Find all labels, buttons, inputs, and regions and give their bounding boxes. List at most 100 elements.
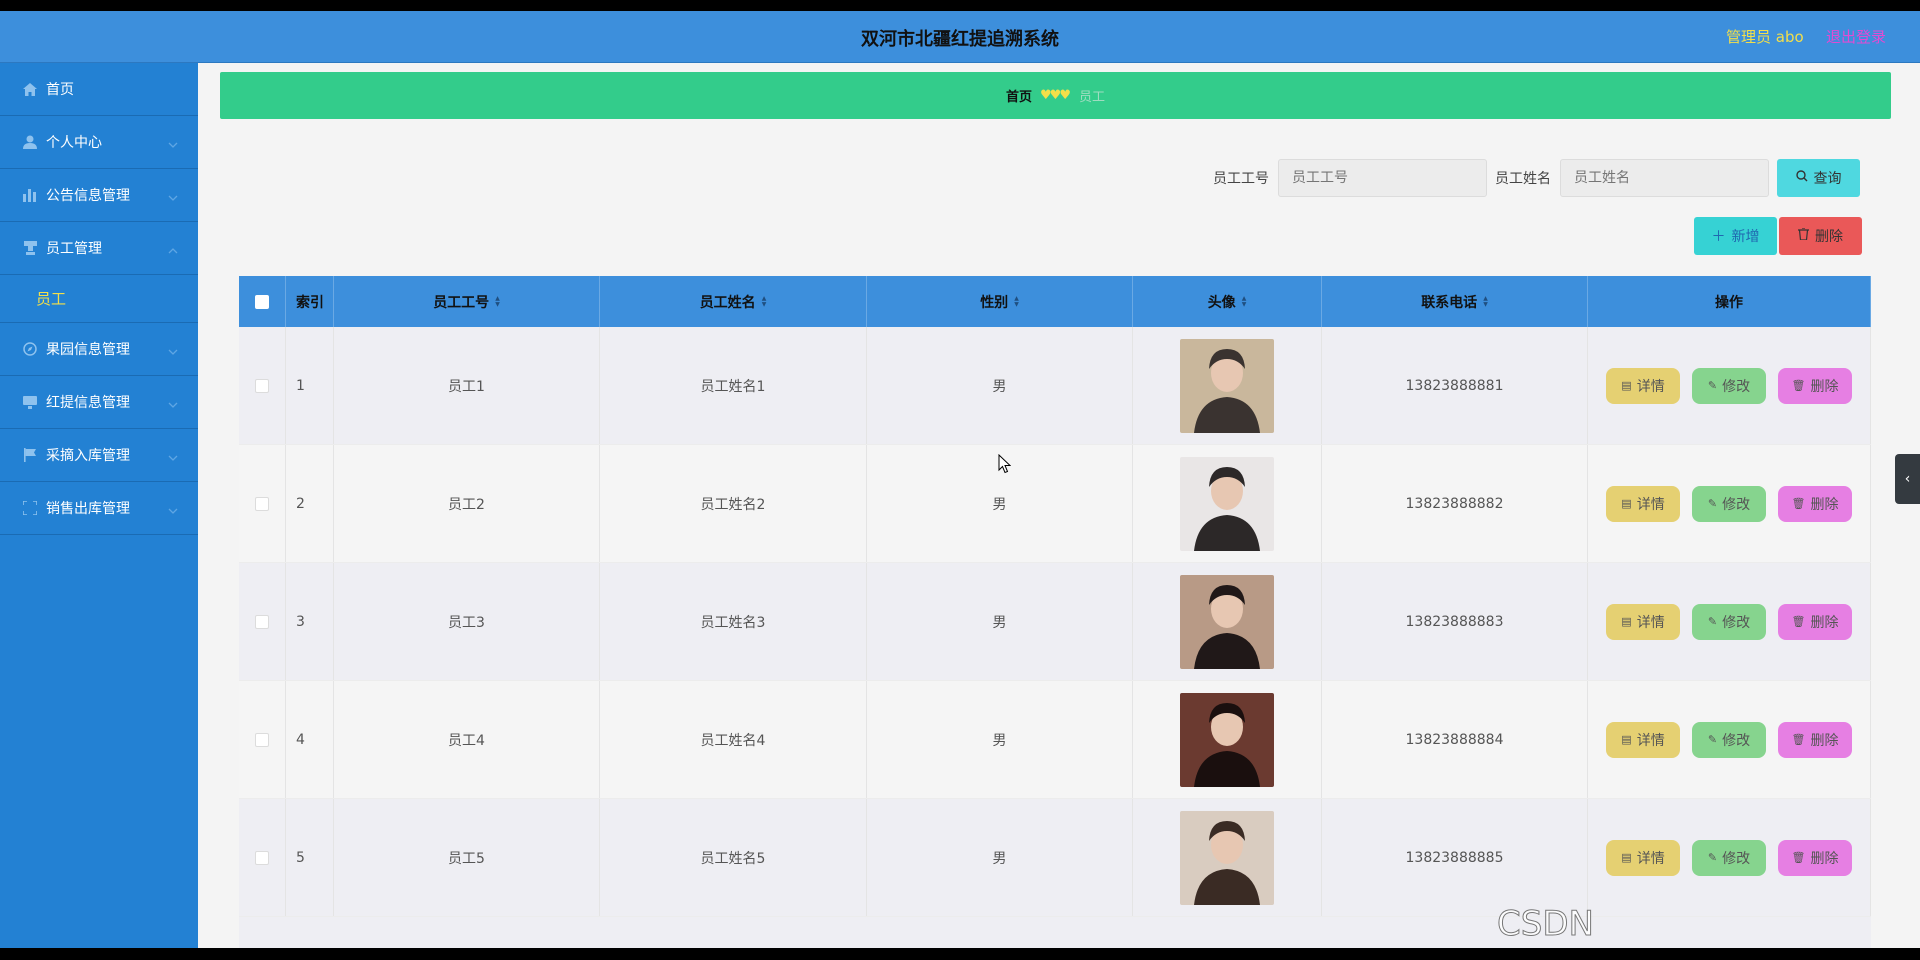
sort-icon[interactable]: ▲ ▼ (1483, 295, 1488, 308)
doc-icon: ▤ (1621, 615, 1632, 628)
col-header-sex[interactable]: 性别 ▲ ▼ (867, 276, 1133, 327)
row-detail-label: 详情 (1636, 378, 1665, 395)
row-delete-button[interactable]: 🗑 删除 (1778, 839, 1852, 876)
select-all-checkbox[interactable] (255, 294, 269, 309)
breadcrumb-current: 员工 (1078, 90, 1105, 105)
trash-icon: 🗑 (1791, 615, 1806, 628)
row-employee-name: 员工姓名2 (600, 445, 867, 562)
sidebar-item-label: 红提信息管理 (46, 395, 130, 411)
watermark: CSDN @nodejava666666 (1497, 904, 1818, 949)
app-window: 双河市北疆红提追溯系统 管理员 abo 退出登录 首页 个人中心 公告信息管理 (0, 11, 1920, 948)
sort-icon[interactable]: ▲ ▼ (762, 295, 767, 308)
row-edit-button[interactable]: ✎ 修改 (1692, 367, 1766, 404)
fullscreen-icon (22, 500, 38, 516)
breadcrumb-home[interactable]: 首页 (1006, 86, 1032, 105)
row-index: 3 (286, 563, 334, 680)
search-no-input[interactable] (1278, 159, 1487, 197)
collapse-panel-handle[interactable]: ‹ (1895, 454, 1920, 504)
sidebar-item-grape[interactable]: 红提信息管理 (0, 376, 198, 429)
admin-user-label: 管理员 abo (1726, 28, 1804, 46)
col-header-label: 联系电话 (1421, 294, 1478, 311)
row-detail-button[interactable]: ▤ 详情 (1606, 603, 1680, 640)
row-detail-button[interactable]: ▤ 详情 (1606, 839, 1680, 876)
avatar[interactable] (1180, 810, 1274, 905)
row-avatar-cell (1133, 681, 1322, 798)
row-index: 1 (286, 327, 334, 444)
row-employee-name: 员工姓名1 (600, 327, 867, 444)
row-delete-button[interactable]: 🗑 删除 (1778, 721, 1852, 758)
sidebar-item-label: 公告信息管理 (46, 188, 130, 204)
chevron-down-icon (168, 343, 178, 359)
sidebar-item-home[interactable]: 首页 (0, 63, 198, 116)
row-delete-button[interactable]: 🗑 删除 (1778, 367, 1852, 404)
sidebar-item-label: 个人中心 (46, 135, 102, 151)
batch-delete-label: 删除 (1815, 229, 1843, 245)
logout-link[interactable]: 退出登录 (1826, 26, 1886, 47)
row-edit-label: 修改 (1722, 378, 1751, 395)
row-delete-label: 删除 (1810, 614, 1839, 631)
sidebar-item-sales[interactable]: 销售出库管理 (0, 482, 198, 535)
top-bar: 双河市北疆红提追溯系统 管理员 abo 退出登录 (0, 11, 1920, 63)
row-select-cell (239, 799, 286, 916)
pencil-icon: ✎ (1707, 497, 1718, 510)
row-delete-button[interactable]: 🗑 删除 (1778, 485, 1852, 522)
row-actions: ▤ 详情 ✎ 修改 🗑 删除 (1588, 799, 1871, 916)
heart-separator-icon: ♥♥♥ (1040, 88, 1071, 103)
avatar[interactable] (1180, 574, 1274, 669)
sidebar-item-harvest[interactable]: 采摘入库管理 (0, 429, 198, 482)
row-employee-no: 员工3 (334, 563, 600, 680)
chevron-down-icon (168, 136, 178, 152)
row-checkbox[interactable] (255, 732, 269, 747)
chevron-down-icon (168, 502, 178, 518)
row-checkbox[interactable] (255, 496, 269, 511)
row-detail-button[interactable]: ▤ 详情 (1606, 485, 1680, 522)
row-edit-button[interactable]: ✎ 修改 (1692, 839, 1766, 876)
search-name-input[interactable] (1560, 159, 1769, 197)
employee-table: 索引 员工工号 ▲ ▼ 员工姓名 ▲ ▼ 性别 ▲ ▼ 头像 ▲ ▼ 联系电话 ▲ ▼ 操作 1 员工… (239, 276, 1871, 948)
batch-delete-button[interactable]: 删除 (1779, 217, 1862, 255)
sidebar-item-staff[interactable]: 员工管理 (0, 222, 198, 275)
col-header-phone[interactable]: 联系电话 ▲ ▼ (1322, 276, 1588, 327)
avatar[interactable] (1180, 456, 1274, 551)
sort-icon[interactable]: ▲ ▼ (1014, 295, 1019, 308)
row-edit-button[interactable]: ✎ 修改 (1692, 485, 1766, 522)
col-header-no[interactable]: 员工工号 ▲ ▼ (334, 276, 600, 327)
row-checkbox[interactable] (255, 378, 269, 393)
row-delete-button[interactable]: 🗑 删除 (1778, 603, 1852, 640)
add-button[interactable]: ＋ 新增 (1694, 217, 1777, 255)
col-header-name[interactable]: 员工姓名 ▲ ▼ (600, 276, 867, 327)
col-header-index: 索引 (286, 276, 334, 327)
chevron-down-icon (168, 189, 178, 205)
row-index: 2 (286, 445, 334, 562)
pencil-icon: ✎ (1707, 615, 1718, 628)
row-actions: ▤ 详情 ✎ 修改 🗑 删除 (1588, 445, 1871, 562)
row-actions: ▤ 详情 ✎ 修改 🗑 删除 (1588, 681, 1871, 798)
row-index: 4 (286, 681, 334, 798)
row-edit-label: 修改 (1722, 614, 1751, 631)
avatar[interactable] (1180, 692, 1274, 787)
row-phone: 13823888883 (1322, 563, 1588, 680)
sidebar-item-profile[interactable]: 个人中心 (0, 116, 198, 169)
row-phone: 13823888885 (1322, 799, 1588, 916)
row-edit-button[interactable]: ✎ 修改 (1692, 603, 1766, 640)
sidebar-item-orchard[interactable]: 果园信息管理 (0, 323, 198, 376)
row-checkbox[interactable] (255, 850, 269, 865)
row-employee-no: 员工2 (334, 445, 600, 562)
row-checkbox[interactable] (255, 614, 269, 629)
avatar[interactable] (1180, 338, 1274, 433)
sidebar-subitem-staff[interactable]: 员工 (0, 275, 198, 323)
col-header-label: 头像 (1207, 294, 1236, 311)
row-detail-button[interactable]: ▤ 详情 (1606, 367, 1680, 404)
sidebar-item-notice[interactable]: 公告信息管理 (0, 169, 198, 222)
query-button[interactable]: 查询 (1777, 159, 1860, 197)
doc-icon: ▤ (1621, 497, 1632, 510)
sort-icon[interactable]: ▲ ▼ (1242, 295, 1247, 308)
col-header-avatar[interactable]: 头像 ▲ ▼ (1133, 276, 1322, 327)
sidebar-item-label: 销售出库管理 (46, 501, 130, 517)
row-phone: 13823888882 (1322, 445, 1588, 562)
sidebar: 首页 个人中心 公告信息管理 员工管理 员工 果园信息管理 红提信息管理 采摘入… (0, 63, 198, 948)
row-edit-button[interactable]: ✎ 修改 (1692, 721, 1766, 758)
row-detail-button[interactable]: ▤ 详情 (1606, 721, 1680, 758)
row-employee-no: 员工4 (334, 681, 600, 798)
sort-icon[interactable]: ▲ ▼ (495, 295, 500, 308)
